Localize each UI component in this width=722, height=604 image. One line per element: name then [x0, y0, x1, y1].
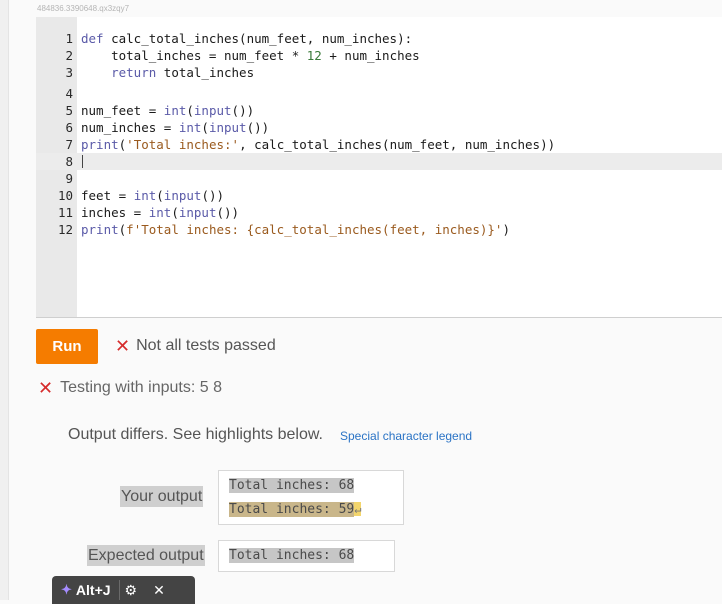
your-output-box: Total inches: 68 Total inches: 59↵ [218, 470, 404, 525]
line-number: 5 [65, 103, 73, 118]
line-number: 3 [65, 65, 73, 80]
expected-output-line-1: Total inches: 68 [229, 548, 355, 563]
code-text: def calc_total_inches(num_feet, num_inch… [81, 31, 413, 46]
your-output-label: Your output [120, 486, 204, 507]
code-line[interactable]: 7 print('Total inches:', calc_total_inche… [36, 136, 722, 153]
code-text: return total_inches [111, 65, 255, 80]
code-line[interactable]: 1 def calc_total_inches(num_feet, num_inc… [36, 30, 722, 47]
test-status: ✕ Not all tests passed [115, 337, 276, 355]
code-line[interactable]: 11 inches = int(input()) [36, 204, 722, 221]
your-output-line-1: Total inches: 68 [229, 478, 355, 493]
code-line[interactable]: 2 total_inches = num_feet * 12 + num_inc… [36, 47, 722, 64]
line-number: 6 [65, 120, 73, 135]
watermark: 484836.3390648.qx3zqy7 [37, 4, 130, 13]
code-text: print(f'Total inches: {calc_total_inches… [81, 222, 510, 237]
toolbar-divider [118, 580, 120, 600]
code-line[interactable]: 5 num_feet = int(input()) [36, 102, 722, 119]
x-icon: ✕ [115, 336, 131, 356]
code-text: print('Total inches:', calc_total_inches… [81, 137, 556, 152]
line-number: 9 [65, 171, 73, 186]
line-number: 4 [65, 86, 73, 101]
expected-output-box: Total inches: 68 [218, 540, 395, 572]
your-output-line-2: Total inches: 59↵ [229, 502, 362, 517]
sparkle-icon[interactable]: ✦ [61, 582, 72, 598]
line-number: 1 [65, 31, 73, 46]
close-icon[interactable]: ✕ [153, 582, 165, 599]
code-editor[interactable]: 1 def calc_total_inches(num_feet, num_inc… [36, 17, 722, 318]
run-button[interactable]: Run [36, 329, 98, 364]
line-number: 10 [57, 188, 73, 203]
left-rail [0, 0, 9, 600]
code-text: feet = int(input()) [81, 188, 225, 203]
line-number: 2 [65, 48, 73, 63]
code-text: num_inches = int(input()) [81, 120, 270, 135]
code-text: total_inches = num_feet * 12 + num_inche… [81, 48, 420, 63]
newline-icon: ↵ [354, 502, 362, 516]
code-text: inches = int(input()) [81, 205, 240, 220]
code-line[interactable]: 10 feet = int(input()) [36, 187, 722, 204]
code-line[interactable]: 9 [36, 170, 722, 187]
line-number: 8 [65, 154, 73, 169]
line-number: 12 [57, 222, 73, 237]
line-number: 11 [57, 205, 73, 220]
expected-output-label: Expected output [87, 545, 205, 566]
code-line[interactable]: 6 num_inches = int(input()) [36, 119, 722, 136]
code-line[interactable]: 8 [36, 153, 722, 170]
code-text: num_feet = int(input()) [81, 103, 255, 118]
shortcut-label[interactable]: Alt+J [76, 582, 111, 598]
status-text: Not all tests passed [136, 337, 276, 354]
testing-row[interactable]: ✕ Testing with inputs: 5 8 [38, 379, 222, 397]
code-line[interactable]: 12 print(f'Total inches: {calc_total_inch… [36, 221, 722, 238]
testing-text: Testing with inputs: 5 8 [60, 379, 222, 396]
code-line[interactable]: 3 return total_inches [36, 64, 722, 81]
code-line[interactable]: 4 [36, 85, 722, 102]
line-number: 7 [65, 137, 73, 152]
text-cursor [82, 155, 83, 168]
special-character-legend-link[interactable]: Special character legend [340, 429, 472, 443]
x-icon: ✕ [38, 378, 54, 398]
output-differs-text: Output differs. See highlights below. [68, 426, 323, 443]
gear-icon[interactable]: ⚙ [125, 582, 138, 599]
